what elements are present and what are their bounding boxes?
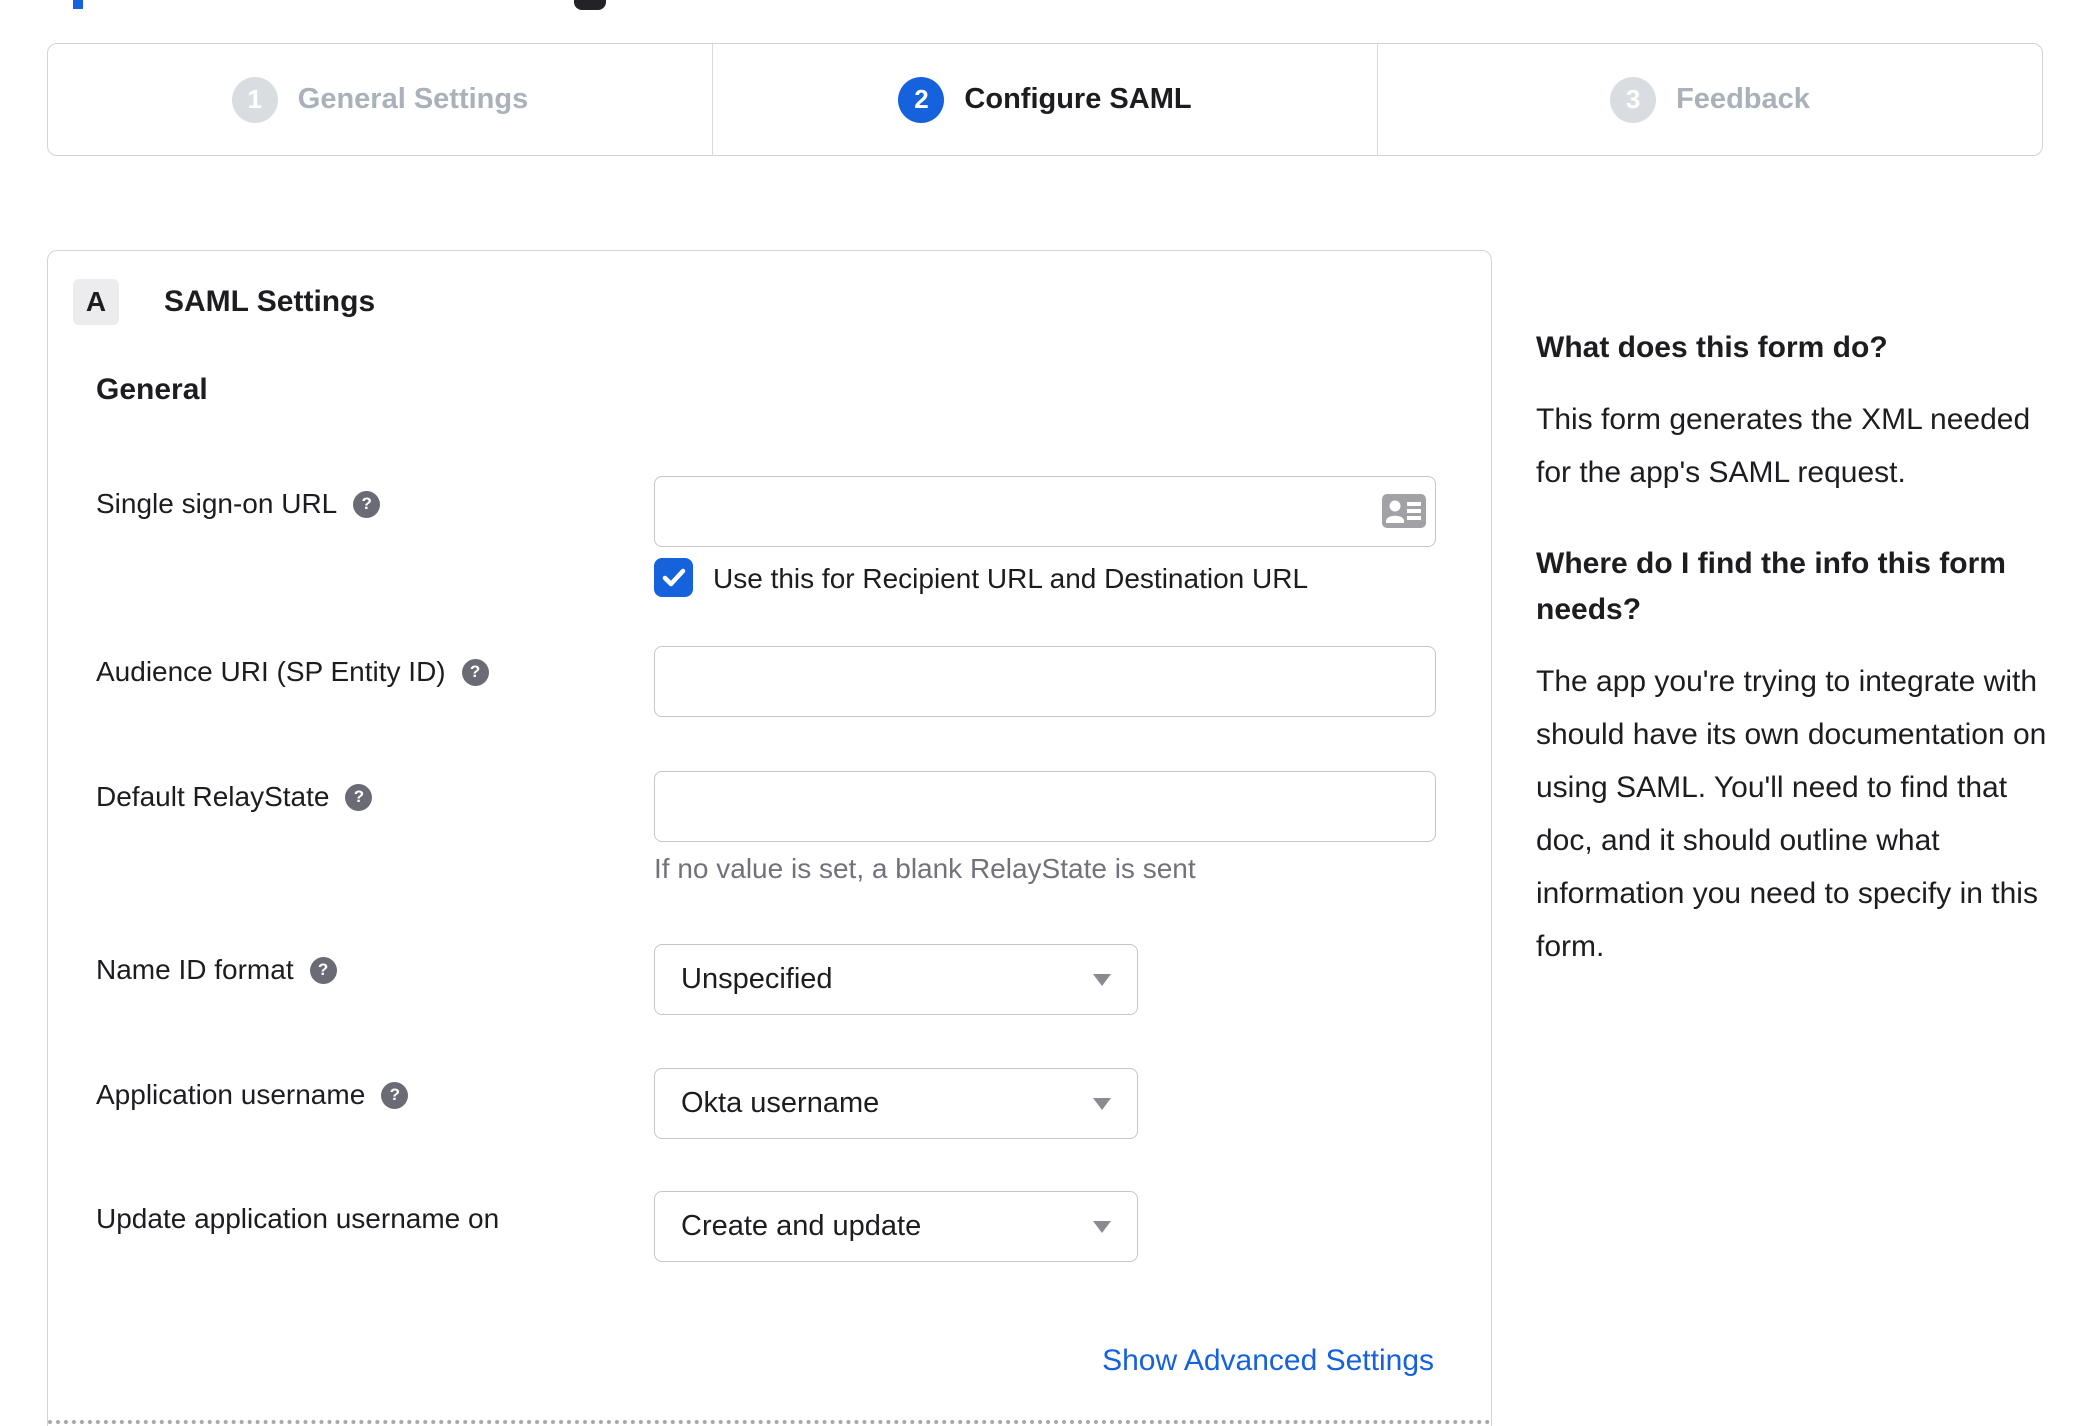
application-username-label-row: Application username ? — [96, 1079, 409, 1111]
step-number-badge: 2 — [898, 76, 945, 123]
step-number-badge: 1 — [231, 76, 278, 123]
contact-card-icon[interactable] — [1382, 494, 1426, 528]
clipped-blue-fragment — [73, 0, 83, 9]
application-username-value: Okta username — [681, 1087, 880, 1119]
dashed-section-divider — [48, 1420, 1491, 1424]
audience-uri-label-row: Audience URI (SP Entity ID) ? — [96, 656, 489, 688]
step-configure-saml[interactable]: 2 Configure SAML — [713, 44, 1378, 155]
step-label: Feedback — [1676, 83, 1810, 115]
sso-url-label: Single sign-on URL — [96, 488, 338, 519]
relaystate-hint: If no value is set, a blank RelayState i… — [654, 853, 1196, 884]
update-username-value: Create and update — [681, 1210, 922, 1242]
recipient-url-checkbox-label[interactable]: Use this for Recipient URL and Destinati… — [713, 563, 1308, 595]
help-icon[interactable]: ? — [309, 956, 337, 984]
chevron-down-icon — [1093, 1220, 1111, 1233]
name-id-format-select[interactable]: Unspecified — [654, 944, 1138, 1015]
relaystate-input[interactable] — [654, 771, 1436, 842]
name-id-format-label: Name ID format — [96, 954, 294, 985]
name-id-format-label-row: Name ID format ? — [96, 954, 337, 986]
application-username-select[interactable]: Okta username — [654, 1068, 1138, 1139]
step-feedback[interactable]: 3 Feedback — [1378, 44, 2042, 155]
help-icon[interactable]: ? — [381, 1081, 409, 1109]
help-question-1: What does this form do? — [1536, 331, 1888, 364]
relaystate-label: Default RelayState — [96, 781, 330, 812]
audience-uri-input[interactable] — [654, 646, 1436, 717]
update-username-label-row: Update application username on — [96, 1203, 499, 1235]
sso-url-input[interactable] — [654, 476, 1436, 547]
configure-saml-page: 1 General Settings 2 Configure SAML 3 Fe… — [0, 0, 2092, 1426]
sso-url-label-row: Single sign-on URL ? — [96, 488, 381, 520]
clipped-logo-fragment — [574, 0, 606, 10]
help-icon[interactable]: ? — [461, 658, 489, 686]
show-advanced-settings-link[interactable]: Show Advanced Settings — [1102, 1344, 1434, 1378]
help-answer-2: The app you're trying to integrate with … — [1536, 665, 2047, 963]
saml-settings-panel: A SAML Settings General Single sign-on U… — [47, 250, 1492, 1426]
audience-uri-label: Audience URI (SP Entity ID) — [96, 656, 446, 687]
chevron-down-icon — [1093, 973, 1111, 986]
step-label: Configure SAML — [964, 83, 1192, 115]
checkmark-icon — [662, 568, 685, 586]
general-group-title: General — [96, 373, 208, 406]
update-username-label: Update application username on — [96, 1203, 500, 1234]
help-answer-1: This form generates the XML needed for t… — [1536, 403, 2031, 489]
relaystate-label-row: Default RelayState ? — [96, 781, 373, 813]
help-sidebar: What does this form do? This form genera… — [1536, 325, 2092, 1015]
help-icon[interactable]: ? — [345, 783, 373, 811]
section-title: SAML Settings — [164, 285, 376, 318]
section-a-badge: A — [73, 279, 119, 325]
application-username-label: Application username — [96, 1079, 366, 1110]
name-id-format-value: Unspecified — [681, 963, 833, 995]
step-general-settings[interactable]: 1 General Settings — [48, 44, 713, 155]
step-number-badge: 3 — [1610, 76, 1657, 123]
chevron-down-icon — [1093, 1097, 1111, 1110]
step-label: General Settings — [297, 83, 529, 115]
update-username-select[interactable]: Create and update — [654, 1191, 1138, 1262]
wizard-stepper: 1 General Settings 2 Configure SAML 3 Fe… — [47, 43, 2043, 156]
recipient-url-checkbox[interactable] — [654, 558, 693, 597]
help-question-2: Where do I find the info this form needs… — [1536, 547, 2006, 626]
help-icon[interactable]: ? — [353, 490, 381, 518]
